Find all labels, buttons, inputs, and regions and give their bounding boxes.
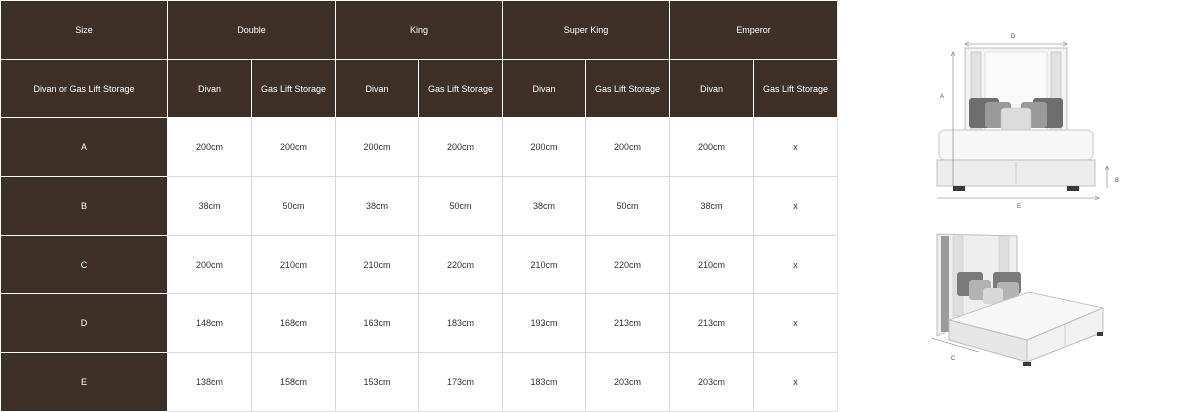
table-row: C 200cm 210cm 210cm 220cm 210cm 220cm 21… <box>0 234 839 295</box>
table-cell: 153cm <box>335 352 419 412</box>
table-cell: 200cm <box>251 117 336 178</box>
size-guide: Size Double King Super King Emperor Diva… <box>0 0 1200 412</box>
table-cell: 203cm <box>585 352 671 412</box>
table-header-row-storage: Divan or Gas Lift Storage Divan Gas Lift… <box>0 58 839 119</box>
bed-side-view-diagram: C <box>930 233 1105 366</box>
table-cell: 200cm <box>167 117 252 178</box>
column-header: Gas Lift Storage <box>585 58 671 119</box>
row-label: A <box>0 117 168 178</box>
table-cell: 183cm <box>502 352 587 412</box>
row-label: D <box>0 293 168 354</box>
size-group-emperor: Emperor <box>669 0 839 60</box>
bed-front-view-diagram: D A B E <box>936 34 1119 210</box>
table-cell: 200cm <box>417 117 504 178</box>
table-cell: 200cm <box>502 117 587 178</box>
table-cell: 168cm <box>251 293 336 354</box>
table-cell: 200cm <box>669 117 755 178</box>
table-cell: 213cm <box>669 293 755 354</box>
table-cell: 200cm <box>167 234 252 295</box>
table-cell: 200cm <box>335 117 419 178</box>
column-header: Divan <box>335 58 419 119</box>
table-cell: 38cm <box>502 176 587 236</box>
table-cell: 38cm <box>167 176 252 236</box>
table-row: D 148cm 168cm 163cm 183cm 193cm 213cm 21… <box>0 293 839 354</box>
table-cell: 138cm <box>167 352 252 412</box>
table-cell: 220cm <box>417 234 504 295</box>
bed-diagram-panel: D A B E C <box>838 0 1200 412</box>
table-row: B 38cm 50cm 38cm 50cm 38cm 50cm 38cm x <box>0 176 839 236</box>
table-row: A 200cm 200cm 200cm 200cm 200cm 200cm 20… <box>0 117 839 178</box>
dimension-label-b: B <box>1115 178 1119 184</box>
column-header: Gas Lift Storage <box>753 58 839 119</box>
size-group-king: King <box>334 0 504 60</box>
table-cell: x <box>753 352 839 412</box>
table-cell: 38cm <box>669 176 755 236</box>
table-cell: 210cm <box>335 234 419 295</box>
size-group-double: Double <box>167 0 336 60</box>
dimension-label-a: A <box>940 94 944 100</box>
size-group-super-king: Super King <box>502 0 671 60</box>
table-header-row-sizes: Size Double King Super King Emperor <box>0 0 839 60</box>
table-cell: 173cm <box>417 352 504 412</box>
size-header-cell: Size <box>0 0 168 60</box>
table-cell: x <box>753 234 839 295</box>
table-cell: x <box>753 293 839 354</box>
row-label: E <box>0 352 168 412</box>
table-cell: 210cm <box>502 234 587 295</box>
table-cell: 220cm <box>585 234 671 295</box>
table-cell: 210cm <box>669 234 755 295</box>
table-cell: 210cm <box>251 234 336 295</box>
table-cell: 193cm <box>502 293 587 354</box>
row-label: B <box>0 176 168 236</box>
table-cell: x <box>753 176 839 236</box>
column-header: Gas Lift Storage <box>417 58 504 119</box>
dimension-label-c: C <box>951 356 956 362</box>
column-header: Divan <box>502 58 587 119</box>
bed-size-table: Size Double King Super King Emperor Diva… <box>0 0 839 412</box>
dimension-label-d: D <box>1011 34 1016 40</box>
table-cell: x <box>753 117 839 178</box>
row-label: C <box>0 234 168 295</box>
table-cell: 200cm <box>585 117 671 178</box>
table-row: E 138cm 158cm 153cm 173cm 183cm 203cm 20… <box>0 352 839 412</box>
table-cell: 158cm <box>251 352 336 412</box>
dimension-label-e: E <box>1017 204 1021 210</box>
table-cell: 213cm <box>585 293 671 354</box>
table-cell: 50cm <box>585 176 671 236</box>
table-cell: 203cm <box>669 352 755 412</box>
column-header: Divan <box>167 58 252 119</box>
table-cell: 38cm <box>335 176 419 236</box>
table-cell: 148cm <box>167 293 252 354</box>
column-header: Divan <box>669 58 755 119</box>
table-cell: 50cm <box>417 176 504 236</box>
table-cell: 163cm <box>335 293 419 354</box>
table-cell: 183cm <box>417 293 504 354</box>
column-header: Gas Lift Storage <box>251 58 336 119</box>
storage-header-cell: Divan or Gas Lift Storage <box>0 58 168 119</box>
table-cell: 50cm <box>251 176 336 236</box>
